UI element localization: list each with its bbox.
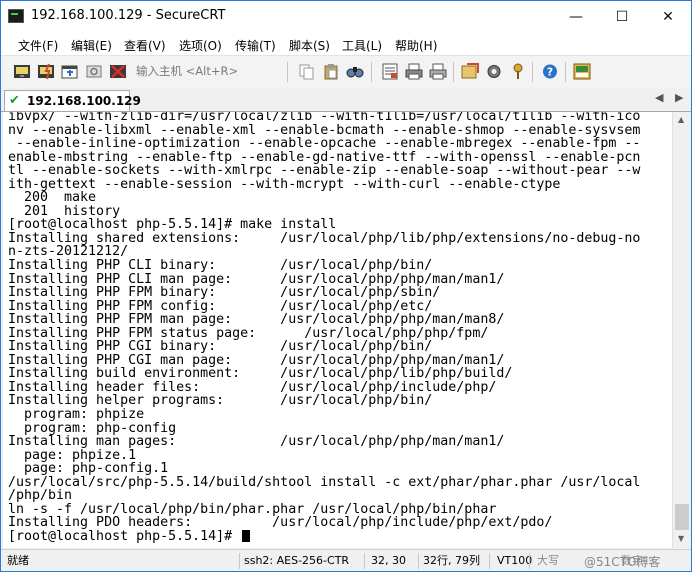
maximize-button[interactable]: ☐	[599, 1, 645, 33]
scroll-down-icon[interactable]: ▼	[678, 534, 684, 543]
terminal-cursor	[242, 529, 251, 542]
terminal-line: page: php-config.1	[8, 461, 169, 477]
print-setup-icon[interactable]	[381, 63, 399, 80]
menu-transfer[interactable]: 传输(T)	[235, 37, 276, 54]
toolbar-separator	[287, 62, 288, 82]
status-cipher: ssh2: AES-256-CTR	[244, 554, 350, 567]
paste-icon[interactable]	[322, 63, 340, 80]
sftp-icon[interactable]	[573, 63, 591, 80]
menu-edit[interactable]: 编辑(E)	[71, 37, 112, 54]
toolbar-separator	[371, 62, 372, 82]
vertical-scrollbar[interactable]: ▲ ▼	[672, 112, 691, 548]
status-separator	[489, 553, 490, 569]
terminal-line: Installing header files: /usr/local/php/…	[8, 379, 497, 395]
status-bar: 就绪 ssh2: AES-256-CTR 32, 30 32行, 79列 VT1…	[1, 549, 691, 571]
minimize-button[interactable]: —	[553, 1, 599, 33]
menu-file[interactable]: 文件(F)	[18, 37, 58, 54]
status-separator	[418, 553, 419, 569]
terminal-line: /php/bin	[8, 488, 73, 504]
toolbar-separator	[532, 62, 533, 82]
quick-connect-icon[interactable]	[37, 63, 55, 80]
menu-options[interactable]: 选项(O)	[179, 37, 222, 54]
connect-in-tab-icon[interactable]	[61, 63, 79, 80]
status-cursor-position: 32, 30	[371, 554, 406, 567]
terminal-line: Installing helper programs: /usr/local/p…	[8, 393, 433, 409]
reconnect-icon[interactable]	[85, 63, 103, 80]
menu-help[interactable]: 帮助(H)	[395, 37, 437, 54]
terminal-line: Installing PHP FPM status page: /usr/loc…	[8, 325, 489, 341]
toolbar: 输入主机 <Alt+R> ?	[1, 55, 691, 89]
terminal-line: Installing shared extensions: /usr/local…	[8, 230, 641, 246]
find-icon[interactable]	[346, 63, 364, 80]
terminal-line: ith-gettext --enable-session --with-mcry…	[8, 176, 561, 192]
menu-bar: 文件(F) 编辑(E) 查看(V) 选项(O) 传输(T) 脚本(S) 工具(L…	[1, 33, 691, 55]
status-terminal-size: 32行, 79列	[423, 554, 480, 567]
terminal-line: n-zts-20121212/	[8, 244, 129, 260]
print-icon[interactable]	[405, 63, 423, 80]
status-caps: 大写	[537, 554, 559, 567]
terminal-line: Installing man pages: /usr/local/php/php…	[8, 434, 505, 450]
window-title: 192.168.100.129 - SecureCRT	[31, 8, 226, 23]
quick-connect-host-input[interactable]: 输入主机 <Alt+R>	[136, 63, 238, 79]
status-separator	[239, 553, 240, 569]
securecrt-window: 192.168.100.129 - SecureCRT — ☐ ✕ 文件(F) …	[0, 0, 692, 572]
toolbar-separator	[453, 62, 454, 82]
tab-scroll-right-icon[interactable]: ▶	[675, 91, 683, 104]
connect-icon[interactable]	[13, 63, 31, 80]
global-options-icon[interactable]	[485, 63, 503, 80]
help-icon[interactable]: ?	[541, 63, 559, 80]
terminal-line: ln -s -f /usr/local/php/bin/phar.phar /u…	[8, 501, 497, 517]
terminal-prompt-line: [root@localhost php-5.5.14]#	[8, 530, 672, 544]
terminal-line: Installing PHP FPM config: /usr/local/ph…	[8, 298, 433, 314]
terminal-line: --enable-inline-optimization --enable-op…	[8, 136, 641, 152]
menu-view[interactable]: 查看(V)	[124, 37, 166, 54]
title-bar[interactable]: 192.168.100.129 - SecureCRT — ☐ ✕	[1, 1, 691, 33]
status-ready: 就绪	[7, 554, 29, 567]
terminal-line: Installing build environment: /usr/local…	[8, 366, 513, 382]
terminal-line: Installing PDO headers: /usr/local/php/i…	[8, 515, 553, 531]
terminal-line: 200 make	[8, 190, 97, 206]
toolbar-separator	[565, 62, 566, 82]
terminal-line: Installing PHP CLI man page: /usr/local/…	[8, 271, 505, 287]
status-emulation: VT100	[497, 554, 533, 567]
terminal-line: Installing PHP FPM binary: /usr/local/ph…	[8, 285, 441, 301]
terminal-line: tl --enable-sockets --with-xmlrpc --enab…	[8, 163, 641, 179]
check-icon: ✔	[9, 93, 20, 108]
terminal-line: Installing PHP CGI man page: /usr/local/…	[8, 352, 505, 368]
copy-icon[interactable]	[298, 63, 316, 80]
menu-script[interactable]: 脚本(S)	[289, 37, 330, 54]
scroll-up-icon[interactable]: ▲	[678, 115, 684, 124]
terminal-line: Installing PHP FPM man page: /usr/local/…	[8, 312, 505, 328]
terminal-prompt: [root@localhost php-5.5.14]#	[8, 528, 241, 544]
menu-tools[interactable]: 工具(L)	[342, 37, 382, 54]
status-separator	[364, 553, 365, 569]
close-button[interactable]: ✕	[645, 1, 691, 33]
terminal-line: enable-mbstring --enable-ftp --enable-gd…	[8, 149, 641, 165]
session-tab[interactable]: ✔ 192.168.100.129	[4, 90, 141, 111]
scroll-thumb[interactable]	[675, 504, 689, 530]
print-selection-icon[interactable]	[429, 63, 447, 80]
securecrt-app-icon	[8, 9, 24, 23]
disconnect-icon[interactable]	[109, 63, 127, 80]
svg-text:?: ?	[547, 66, 553, 79]
terminal-line: 201 history	[8, 203, 121, 219]
terminal-line: program: php-config	[8, 420, 177, 436]
terminal-line: Installing PHP CGI binary: /usr/local/ph…	[8, 339, 433, 355]
session-tab-bar: ✔ 192.168.100.129 ◀ ▶	[1, 87, 691, 112]
terminal-line: page: phpize.1	[8, 447, 137, 463]
watermark: @51CTO博客	[584, 555, 661, 569]
terminal-line: ibvpx/ --with-zlib-dir=/usr/local/zlib -…	[8, 112, 641, 124]
session-tab-label: 192.168.100.129	[27, 94, 141, 108]
terminal-line: program: phpize	[8, 407, 145, 423]
terminal-view[interactable]: ibvpx/ --with-zlib-dir=/usr/local/zlib -…	[3, 112, 672, 548]
terminal-line: /usr/local/src/php-5.5.14/build/shtool i…	[8, 474, 641, 490]
terminal-line: nv --enable-libxml --enable-xml --enable…	[8, 122, 641, 138]
session-options-icon[interactable]	[461, 63, 479, 80]
tab-scroll-left-icon[interactable]: ◀	[655, 91, 663, 104]
terminal-output: ibvpx/ --with-zlib-dir=/usr/local/zlib -…	[8, 112, 672, 544]
terminal-line: [root@localhost php-5.5.14]# make instal…	[8, 217, 337, 233]
status-separator	[529, 553, 530, 569]
terminal-line: Installing PHP CLI binary: /usr/local/ph…	[8, 258, 433, 274]
keymap-icon[interactable]	[509, 63, 527, 80]
